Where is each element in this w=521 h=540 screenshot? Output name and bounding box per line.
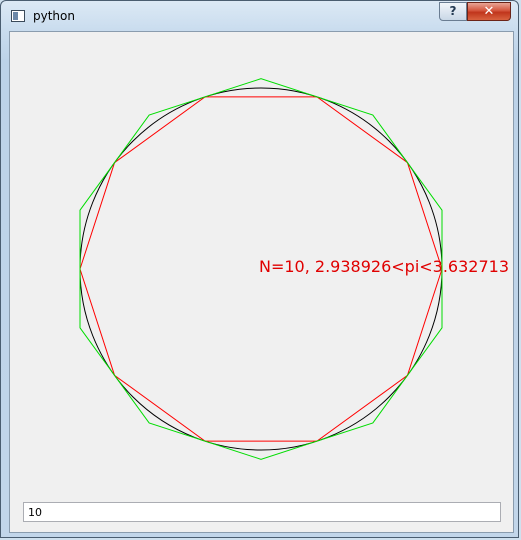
pi-estimate-label: N=10, 2.938926<pi<3.632713 (259, 257, 509, 276)
sides-input[interactable] (23, 502, 501, 522)
pi-approximation-canvas: N=10, 2.938926<pi<3.632713 (79, 78, 509, 460)
